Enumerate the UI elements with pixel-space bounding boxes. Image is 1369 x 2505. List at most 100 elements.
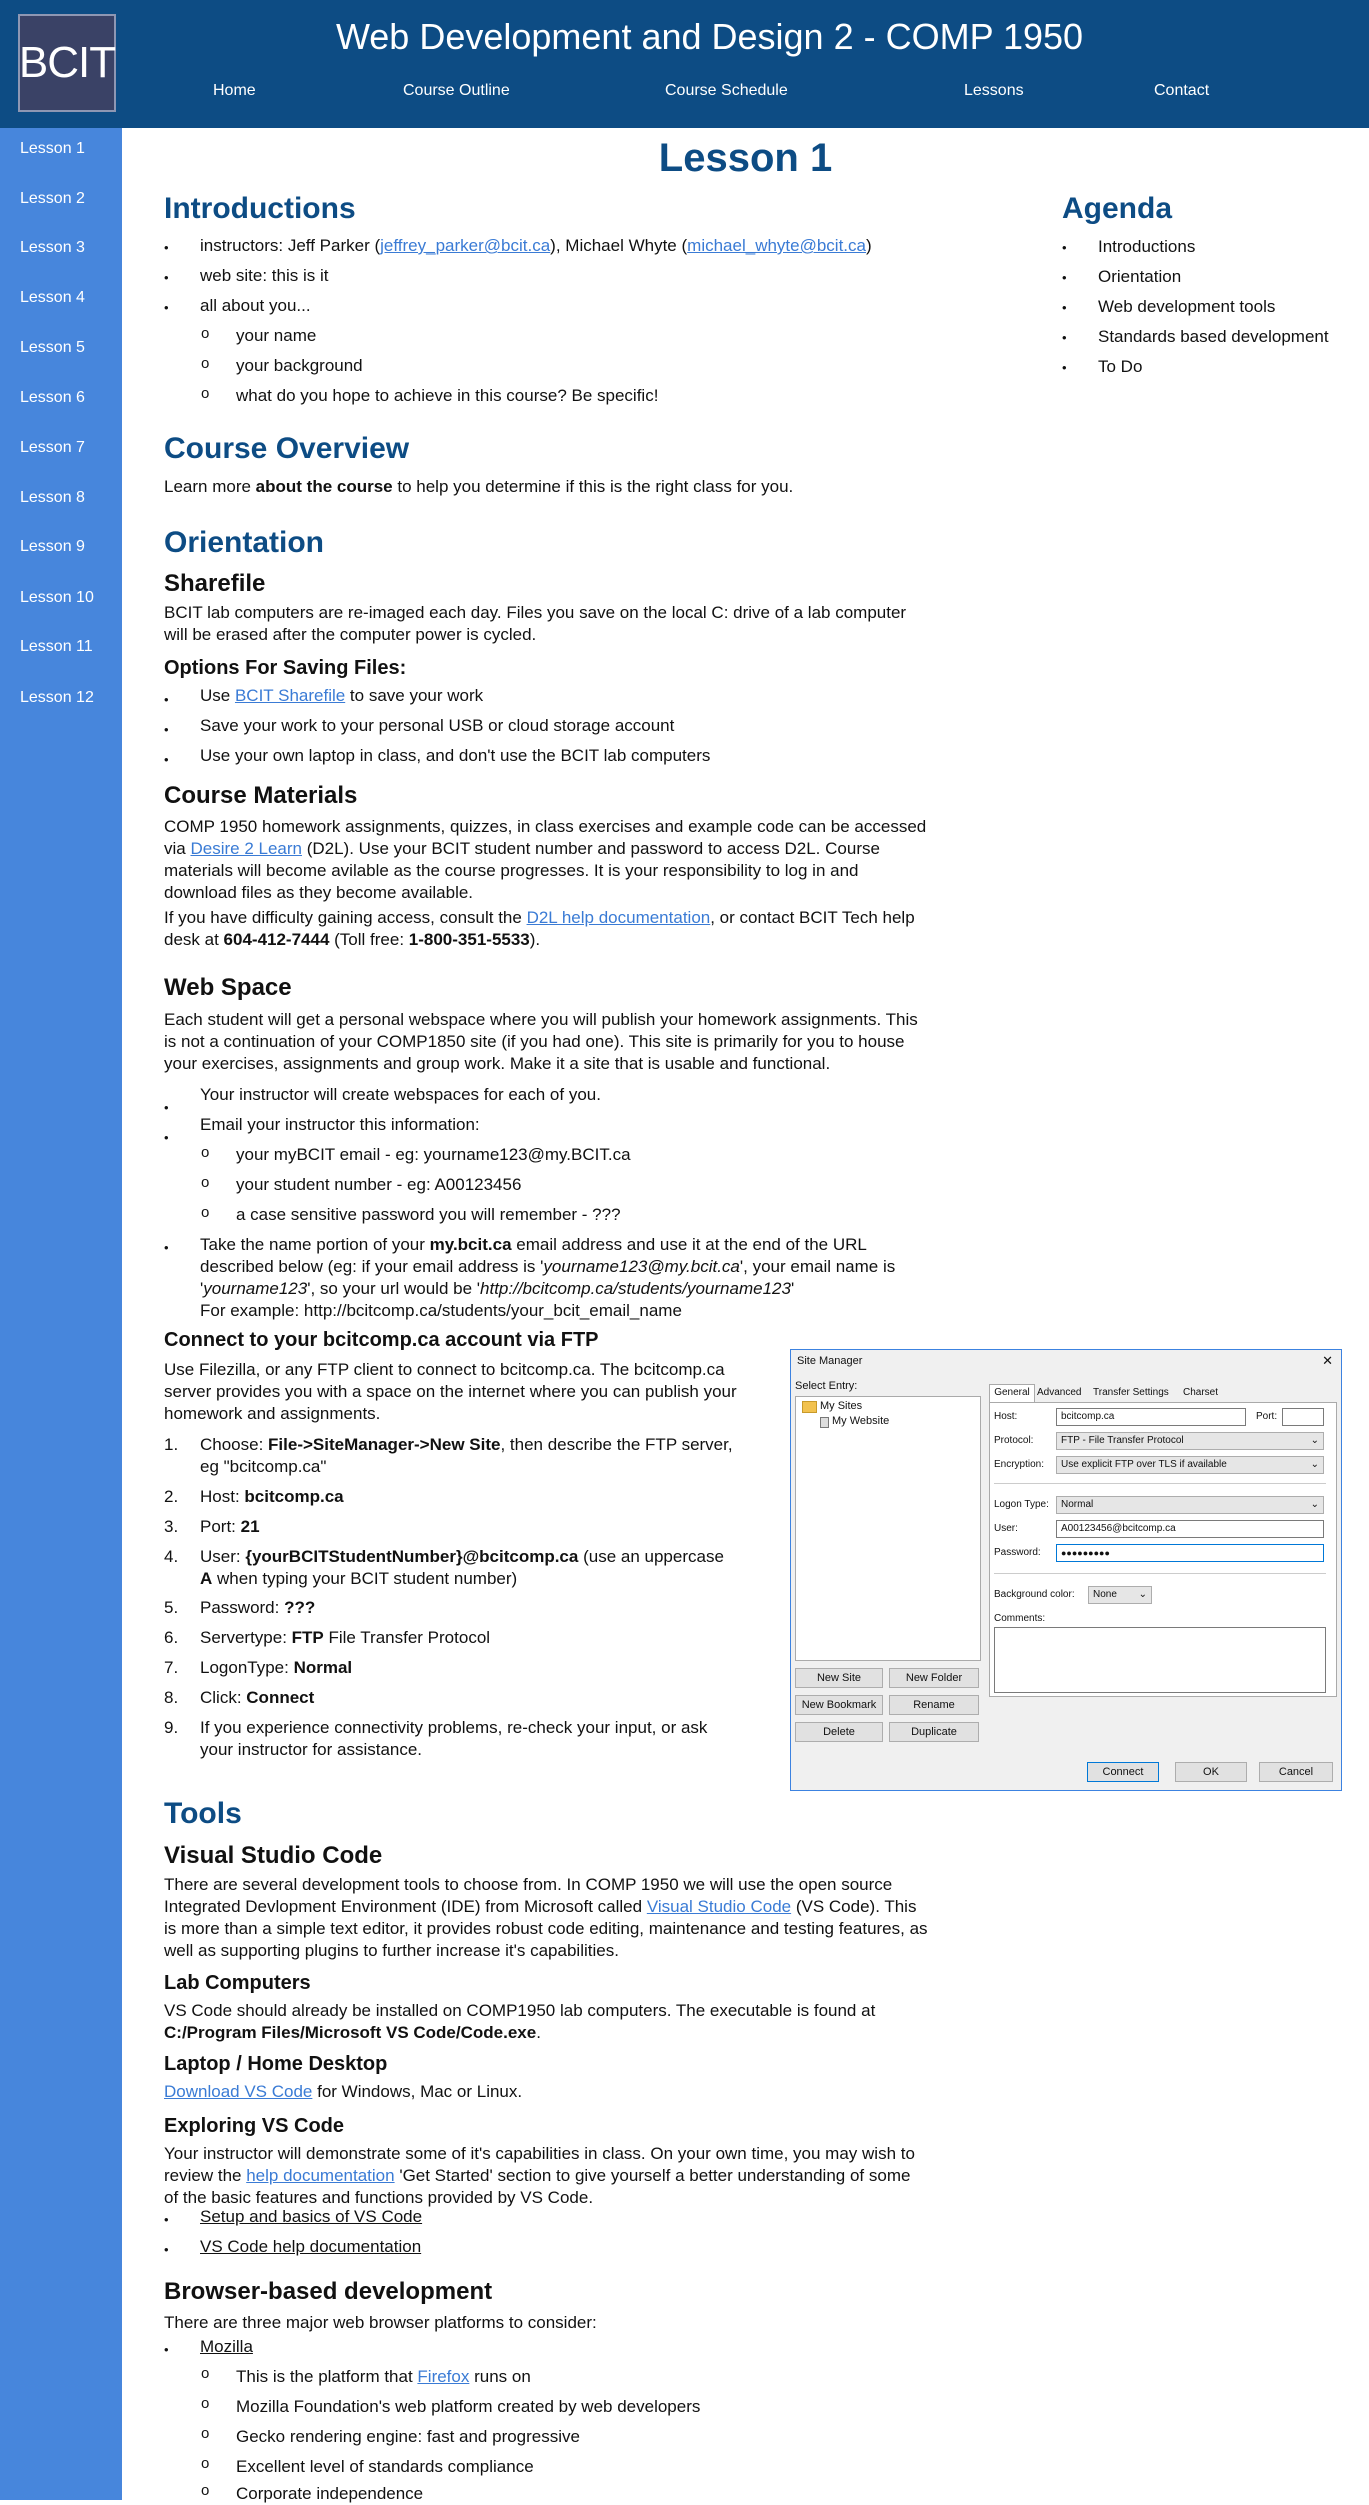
bullet: •: [1062, 360, 1067, 375]
webspace-bullet-2: Email your instructor this information:: [200, 1115, 480, 1134]
sidebar-lesson-6[interactable]: Lesson 6: [20, 389, 85, 407]
circle-bullet: o: [201, 325, 210, 342]
close-icon[interactable]: ✕: [1322, 1353, 1333, 1369]
bullet: •: [164, 2212, 169, 2227]
help-documentation-link[interactable]: help documentation: [246, 2166, 394, 2185]
comments-textarea[interactable]: [994, 1627, 1326, 1693]
tree-root[interactable]: My Sites: [820, 1400, 862, 1412]
step-number: 6.: [164, 1628, 179, 1647]
ftp-step-3: Port: 21: [200, 1517, 260, 1536]
circle-bullet: o: [201, 1174, 210, 1191]
d2l-link[interactable]: Desire 2 Learn: [190, 839, 302, 858]
password-label: Password:: [994, 1547, 1041, 1558]
sidebar-lesson-9[interactable]: Lesson 9: [20, 538, 85, 556]
nav-course-schedule[interactable]: Course Schedule: [665, 82, 788, 100]
nav-course-outline[interactable]: Course Outline: [403, 82, 510, 100]
ftp-step-2: Host: bcitcomp.ca: [200, 1487, 344, 1506]
connect-button[interactable]: Connect: [1087, 1762, 1159, 1782]
tree-child[interactable]: My Website: [832, 1415, 889, 1427]
duplicate-button[interactable]: Duplicate: [889, 1722, 979, 1742]
sidebar-lesson-10[interactable]: Lesson 10: [20, 589, 94, 607]
exploring-title: Exploring VS Code: [164, 2115, 345, 2137]
orientation-title: Orientation: [164, 526, 325, 559]
logon-type-select[interactable]: Normal ⌄: [1056, 1496, 1324, 1514]
delete-button[interactable]: Delete: [795, 1722, 883, 1742]
sidebar-lesson-3[interactable]: Lesson 3: [20, 239, 85, 257]
lesson-sidebar: Lesson 1 Lesson 2 Lesson 3 Lesson 4 Less…: [0, 128, 122, 2500]
firefox-link[interactable]: Firefox: [417, 2367, 469, 2386]
circle-bullet: o: [201, 2425, 210, 2442]
bullet: •: [164, 692, 169, 707]
d2l-help-link[interactable]: D2L help documentation: [527, 908, 711, 927]
mozilla-sub-item: Gecko rendering engine: fast and progres…: [236, 2427, 580, 2446]
ok-button[interactable]: OK: [1175, 1762, 1247, 1782]
nav-lessons[interactable]: Lessons: [964, 82, 1024, 100]
new-bookmark-button[interactable]: New Bookmark: [795, 1695, 883, 1715]
divider: [994, 1483, 1326, 1484]
new-site-button[interactable]: New Site: [795, 1668, 883, 1688]
site-manager-dialog: Site Manager ✕ Select Entry: My Sites My…: [790, 1349, 1342, 1791]
vscode-link[interactable]: Visual Studio Code: [647, 1897, 791, 1916]
course-overview-text: Learn more about the course to help you …: [164, 477, 794, 496]
step-number: 1.: [164, 1435, 179, 1454]
agenda-item: To Do: [1098, 357, 1143, 376]
encryption-select[interactable]: Use explicit FTP over TLS if available ⌄: [1056, 1456, 1324, 1474]
sidebar-lesson-1[interactable]: Lesson 1: [20, 140, 85, 158]
password-input[interactable]: ●●●●●●●●●: [1056, 1544, 1324, 1562]
nav-contact[interactable]: Contact: [1154, 82, 1209, 100]
rename-button[interactable]: Rename: [889, 1695, 979, 1715]
instructors-line: instructors: Jeff Parker (jeffrey_parker…: [200, 236, 872, 255]
agenda-title: Agenda: [1062, 192, 1173, 225]
vscode-help-link[interactable]: VS Code help documentation: [200, 2236, 421, 2258]
setup-basics-link[interactable]: Setup and basics of VS Code: [200, 2206, 422, 2228]
tab-advanced[interactable]: Advanced: [1037, 1387, 1081, 1398]
agenda-item: Introductions: [1098, 237, 1196, 256]
tab-transfer-settings[interactable]: Transfer Settings: [1093, 1387, 1169, 1398]
lab-computers-title: Lab Computers: [164, 1972, 311, 1994]
webspace-sub-item: your myBCIT email - eg: yourname123@my.B…: [236, 1145, 631, 1164]
webspace-bullet-3: Take the name portion of your my.bcit.ca…: [200, 1235, 896, 1320]
email-link-parker[interactable]: jeffrey_parker@bcit.ca: [380, 236, 550, 255]
ftp-step-4: User: {yourBCITStudentNumber}@bcitcomp.c…: [200, 1547, 724, 1588]
ftp-step-9: If you experience connectivity problems,…: [200, 1718, 708, 1759]
browser-dev-intro: There are three major web browser platfo…: [164, 2313, 597, 2332]
cancel-button[interactable]: Cancel: [1259, 1762, 1333, 1782]
port-input[interactable]: [1282, 1408, 1324, 1426]
new-folder-button[interactable]: New Folder: [889, 1668, 979, 1688]
comments-label: Comments:: [994, 1613, 1046, 1624]
mozilla-link[interactable]: Mozilla: [200, 2336, 253, 2358]
site-header: BCIT Web Development and Design 2 - COMP…: [0, 0, 1369, 128]
email-link-whyte[interactable]: michael_whyte@bcit.ca: [687, 236, 866, 255]
download-vscode-link[interactable]: Download VS Code: [164, 2082, 312, 2101]
bullet: •: [164, 752, 169, 767]
sidebar-lesson-12[interactable]: Lesson 12: [20, 689, 94, 707]
user-label: User:: [994, 1523, 1018, 1534]
nav-home[interactable]: Home: [213, 82, 256, 100]
introductions-title: Introductions: [164, 192, 356, 225]
step-number: 3.: [164, 1517, 179, 1536]
tab-general[interactable]: General: [989, 1384, 1035, 1403]
sidebar-lesson-7[interactable]: Lesson 7: [20, 439, 85, 457]
ftp-step-5: Password: ???: [200, 1598, 316, 1617]
sidebar-lesson-2[interactable]: Lesson 2: [20, 190, 85, 208]
bullet: •: [1062, 270, 1067, 285]
ftp-step-6: Servertype: FTP File Transfer Protocol: [200, 1628, 491, 1647]
sidebar-lesson-4[interactable]: Lesson 4: [20, 289, 85, 307]
tab-charset[interactable]: Charset: [1183, 1387, 1218, 1398]
host-input[interactable]: bcitcomp.ca: [1056, 1408, 1246, 1426]
sharefile-title: Sharefile: [164, 570, 266, 597]
page-title: Lesson 1: [658, 136, 833, 180]
user-input[interactable]: A00123456@bcitcomp.ca: [1056, 1520, 1324, 1538]
sidebar-lesson-8[interactable]: Lesson 8: [20, 489, 85, 507]
background-color-select[interactable]: None ⌄: [1088, 1586, 1152, 1604]
tools-title: Tools: [164, 1797, 242, 1830]
sidebar-lesson-11[interactable]: Lesson 11: [20, 638, 93, 656]
sharefile-link[interactable]: BCIT Sharefile: [235, 686, 345, 705]
encryption-label: Encryption:: [994, 1459, 1045, 1470]
bullet: •: [164, 2242, 169, 2257]
sidebar-lesson-5[interactable]: Lesson 5: [20, 339, 85, 357]
protocol-label: Protocol:: [994, 1435, 1034, 1446]
protocol-select[interactable]: FTP - File Transfer Protocol ⌄: [1056, 1432, 1324, 1450]
bullet: •: [164, 722, 169, 737]
site-tree[interactable]: My Sites My Website: [795, 1396, 981, 1661]
